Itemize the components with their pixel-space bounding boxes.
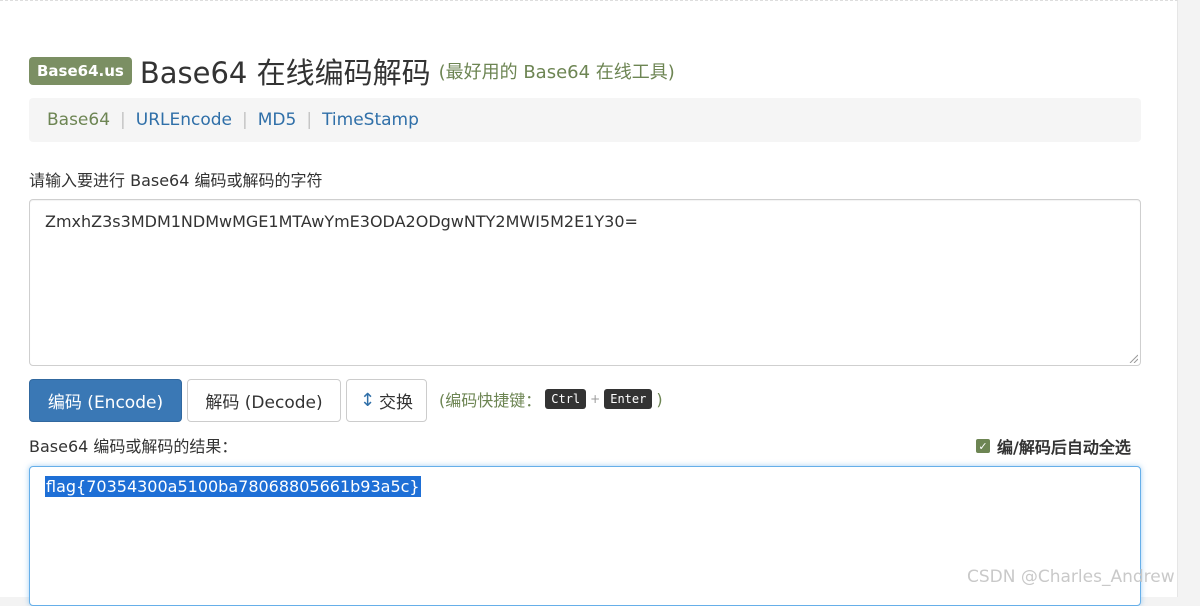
- shortcut-hint-suffix: ): [656, 389, 663, 409]
- checkbox-checked-icon[interactable]: ✓: [976, 439, 990, 453]
- page-title: Base64 在线编码解码: [139, 56, 431, 90]
- nav-item-urlencode[interactable]: URLEncode: [136, 110, 232, 130]
- nav-separator: |: [242, 110, 248, 130]
- page-header: Base64.us Base64 在线编码解码 (最好用的 Base64 在线工…: [29, 49, 675, 93]
- decode-button-label: 解码 (Decode): [205, 393, 323, 413]
- nav-item-md5[interactable]: MD5: [258, 110, 297, 130]
- shortcut-hint-prefix: (编码快捷键：: [439, 391, 542, 410]
- watermark: CSDN @Charles_Andrew: [967, 567, 1175, 587]
- nav-item-timestamp[interactable]: TimeStamp: [322, 110, 419, 130]
- swap-button-label: 交换: [379, 393, 414, 413]
- output-label: Base64 编码或解码的结果：: [29, 437, 238, 456]
- kbd-plus: +: [590, 392, 601, 406]
- nav-separator: |: [120, 110, 126, 130]
- output-value: flag{70354300a5100ba78068805661b93a5c}: [45, 476, 421, 497]
- input-value: ZmxhZ3s3MDM1NDMwMGE1MTAwYmE3ODA2ODgwNTY2…: [45, 212, 638, 231]
- swap-button[interactable]: ↕ 交换: [346, 379, 427, 422]
- decode-button[interactable]: 解码 (Decode): [187, 379, 341, 422]
- tool-nav: Base64 | URLEncode | MD5 | TimeStamp: [29, 98, 1141, 142]
- auto-select-checkbox[interactable]: ✓ 编/解码后自动全选: [976, 434, 1131, 458]
- encode-button-label: 编码 (Encode): [47, 393, 164, 413]
- kbd-ctrl: Ctrl: [545, 389, 587, 409]
- up-down-arrow-icon: ↕: [359, 390, 376, 411]
- input-label: 请输入要进行 Base64 编码或解码的字符: [29, 171, 323, 190]
- auto-select-label: 编/解码后自动全选: [997, 438, 1131, 457]
- input-textarea[interactable]: ZmxhZ3s3MDM1NDMwMGE1MTAwYmE3ODA2ODgwNTY2…: [29, 199, 1141, 366]
- brand-logo[interactable]: Base64.us: [29, 57, 132, 85]
- nav-item-base64[interactable]: Base64: [47, 110, 110, 130]
- resize-grip-icon[interactable]: [1128, 353, 1138, 363]
- main-card: Base64.us Base64 在线编码解码 (最好用的 Base64 在线工…: [0, 0, 1178, 606]
- encode-button[interactable]: 编码 (Encode): [29, 379, 182, 422]
- shortcut-hint: (编码快捷键： Ctrl + Enter ): [439, 387, 663, 411]
- kbd-enter: Enter: [604, 389, 653, 409]
- page-subtitle: (最好用的 Base64 在线工具): [438, 62, 675, 83]
- nav-separator: |: [306, 110, 313, 130]
